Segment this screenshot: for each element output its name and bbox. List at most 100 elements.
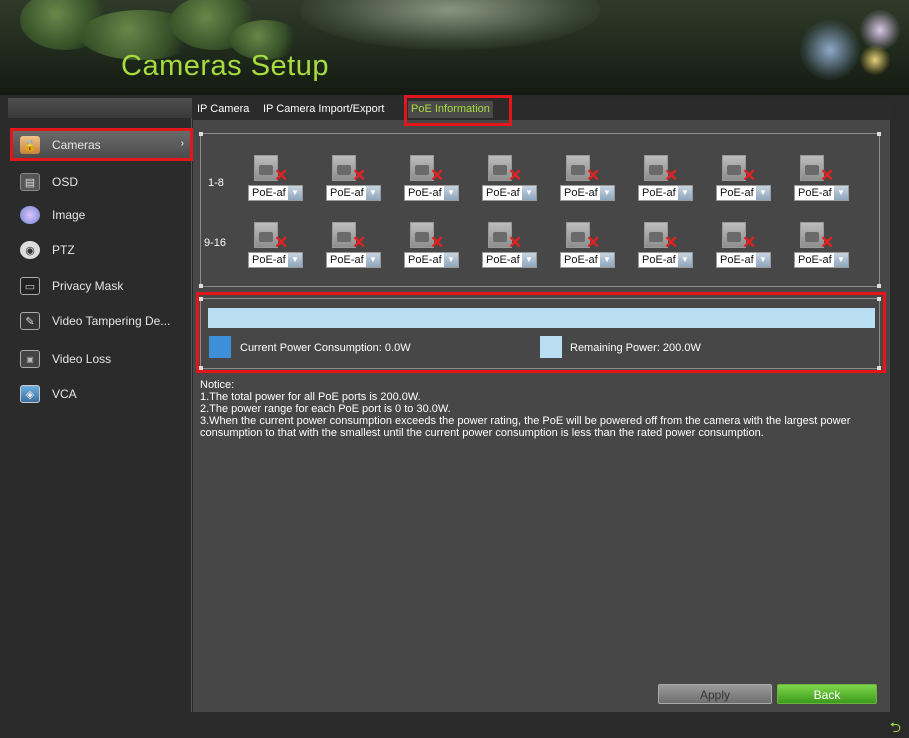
status-bar: ⮌	[0, 712, 909, 738]
header-banner: Cameras Setup	[0, 0, 909, 95]
osd-icon: ▤	[20, 173, 40, 191]
disconnected-x-icon: ✕	[664, 233, 679, 252]
notice-text: Notice: 1.The total power for all PoE po…	[200, 379, 880, 439]
poe-mode-select[interactable]: PoE-af ▼	[638, 252, 693, 268]
poe-mode-select[interactable]: PoE-af ▼	[404, 252, 459, 268]
poe-port: ✕ PoE-af ▼	[716, 155, 778, 205]
sidebar-item-video-loss[interactable]: ▣ Video Loss	[12, 344, 190, 374]
camera-offline-icon: ✕	[332, 222, 366, 251]
poe-mode-value: PoE-af	[720, 187, 754, 199]
poe-mode-select[interactable]: PoE-af ▼	[326, 252, 381, 268]
disconnected-x-icon: ✕	[742, 166, 757, 185]
poe-port: ✕ PoE-af ▼	[716, 222, 778, 272]
ptz-icon: ◉	[20, 241, 40, 259]
sidebar-item-image[interactable]: Image	[12, 200, 190, 230]
camera-offline-icon: ✕	[566, 155, 600, 184]
dropdown-arrow-icon[interactable]: ▼	[678, 186, 692, 200]
sidebar-item-label: Privacy Mask	[52, 279, 124, 293]
tab-ip-camera-import-export[interactable]: IP Camera Import/Export	[263, 101, 384, 118]
back-button[interactable]: Back	[777, 684, 877, 704]
dropdown-arrow-icon[interactable]: ▼	[288, 253, 302, 267]
poe-mode-select[interactable]: PoE-af ▼	[326, 185, 381, 201]
poe-mode-select[interactable]: PoE-af ▼	[794, 252, 849, 268]
disconnected-x-icon: ✕	[352, 233, 367, 252]
sidebar-item-label: Image	[52, 208, 86, 222]
dropdown-arrow-icon[interactable]: ▼	[756, 253, 770, 267]
poe-mode-value: PoE-af	[486, 187, 520, 199]
highlight-cameras	[10, 128, 193, 161]
poe-port: ✕ PoE-af ▼	[326, 155, 388, 205]
return-icon[interactable]: ⮌	[890, 717, 901, 738]
dropdown-arrow-icon[interactable]: ▼	[834, 253, 848, 267]
sidebar-item-label: OSD	[52, 175, 79, 189]
poe-mode-select[interactable]: PoE-af ▼	[716, 185, 771, 201]
disconnected-x-icon: ✕	[586, 166, 601, 185]
poe-port: ✕ PoE-af ▼	[794, 155, 856, 205]
disconnected-x-icon: ✕	[352, 166, 367, 185]
disconnected-x-icon: ✕	[820, 233, 835, 252]
poe-mode-select[interactable]: PoE-af ▼	[248, 252, 303, 268]
poe-mode-select[interactable]: PoE-af ▼	[404, 185, 459, 201]
dropdown-arrow-icon[interactable]: ▼	[600, 253, 614, 267]
vca-icon: ◈	[20, 385, 40, 403]
tab-ip-camera[interactable]: IP Camera	[197, 101, 249, 118]
sidebar-item-label: PTZ	[52, 243, 75, 257]
dropdown-arrow-icon[interactable]: ▼	[366, 253, 380, 267]
poe-port: ✕ PoE-af ▼	[248, 222, 310, 272]
sidebar-item-video-tampering[interactable]: ✎ Video Tampering De...	[12, 306, 190, 336]
poe-mode-value: PoE-af	[720, 254, 754, 266]
notice-line: 3.When the current power consumption exc…	[200, 415, 851, 439]
poe-mode-select[interactable]: PoE-af ▼	[482, 252, 537, 268]
sidebar-header	[8, 98, 192, 118]
poe-mode-select[interactable]: PoE-af ▼	[794, 185, 849, 201]
camera-offline-icon: ✕	[644, 155, 678, 184]
disconnected-x-icon: ✕	[742, 233, 757, 252]
dropdown-arrow-icon[interactable]: ▼	[522, 186, 536, 200]
dropdown-arrow-icon[interactable]: ▼	[288, 186, 302, 200]
poe-mode-value: PoE-af	[330, 187, 364, 199]
poe-mode-select[interactable]: PoE-af ▼	[638, 185, 693, 201]
poe-mode-value: PoE-af	[252, 254, 286, 266]
dropdown-arrow-icon[interactable]: ▼	[834, 186, 848, 200]
sidebar-item-label: Video Loss	[52, 352, 112, 366]
apply-button[interactable]: Apply	[658, 684, 772, 704]
poe-mode-value: PoE-af	[798, 254, 832, 266]
disconnected-x-icon: ✕	[430, 166, 445, 185]
poe-port: ✕ PoE-af ▼	[638, 222, 700, 272]
disconnected-x-icon: ✕	[508, 166, 523, 185]
poe-mode-value: PoE-af	[486, 254, 520, 266]
poe-mode-value: PoE-af	[642, 254, 676, 266]
dropdown-arrow-icon[interactable]: ▼	[444, 186, 458, 200]
disconnected-x-icon: ✕	[586, 233, 601, 252]
sidebar-item-ptz[interactable]: ◉ PTZ	[12, 235, 190, 265]
camera-offline-icon: ✕	[254, 155, 288, 184]
image-icon	[20, 206, 40, 224]
poe-mode-select[interactable]: PoE-af ▼	[560, 185, 615, 201]
poe-mode-value: PoE-af	[252, 187, 286, 199]
poe-mode-select[interactable]: PoE-af ▼	[560, 252, 615, 268]
disconnected-x-icon: ✕	[508, 233, 523, 252]
dropdown-arrow-icon[interactable]: ▼	[366, 186, 380, 200]
poe-mode-select[interactable]: PoE-af ▼	[248, 185, 303, 201]
poe-mode-value: PoE-af	[564, 254, 598, 266]
dropdown-arrow-icon[interactable]: ▼	[600, 186, 614, 200]
dropdown-arrow-icon[interactable]: ▼	[756, 186, 770, 200]
camera-offline-icon: ✕	[644, 222, 678, 251]
camera-offline-icon: ✕	[722, 155, 756, 184]
disconnected-x-icon: ✕	[274, 166, 289, 185]
sidebar-item-vca[interactable]: ◈ VCA	[12, 379, 190, 409]
poe-mode-value: PoE-af	[642, 187, 676, 199]
video-tampering-icon: ✎	[20, 312, 40, 330]
dropdown-arrow-icon[interactable]: ▼	[678, 253, 692, 267]
dropdown-arrow-icon[interactable]: ▼	[522, 253, 536, 267]
poe-mode-select[interactable]: PoE-af ▼	[716, 252, 771, 268]
camera-offline-icon: ✕	[566, 222, 600, 251]
poe-mode-select[interactable]: PoE-af ▼	[482, 185, 537, 201]
sidebar-item-osd[interactable]: ▤ OSD	[12, 167, 190, 197]
camera-offline-icon: ✕	[488, 155, 522, 184]
disconnected-x-icon: ✕	[664, 166, 679, 185]
camera-offline-icon: ✕	[254, 222, 288, 251]
dropdown-arrow-icon[interactable]: ▼	[444, 253, 458, 267]
sidebar-item-privacy-mask[interactable]: ▭ Privacy Mask	[12, 271, 190, 301]
poe-mode-value: PoE-af	[408, 187, 442, 199]
